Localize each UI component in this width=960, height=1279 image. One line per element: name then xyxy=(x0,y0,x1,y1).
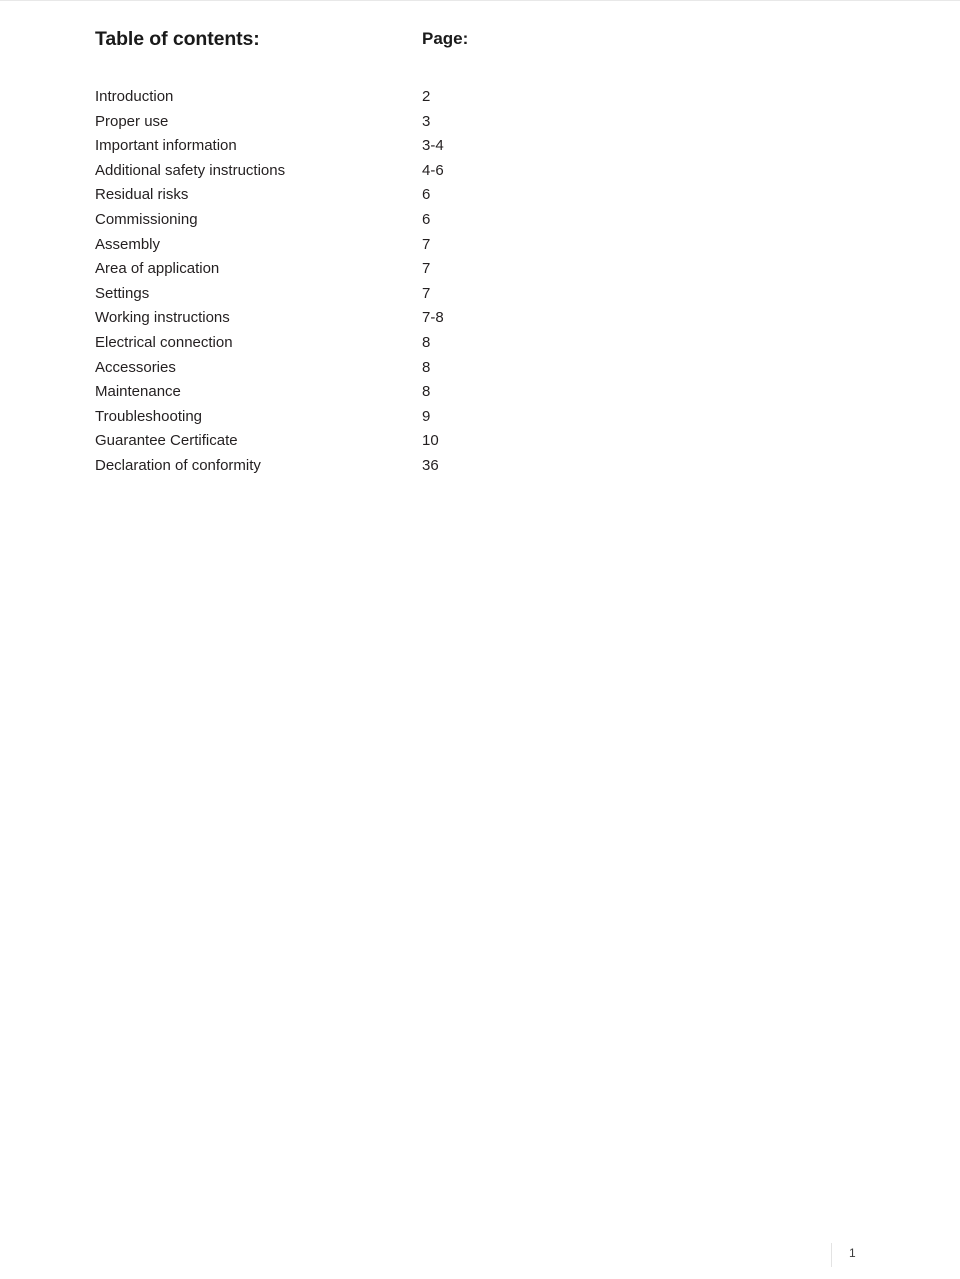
toc-entry-label: Declaration of conformity xyxy=(95,456,261,474)
toc-entry-page-number: 7 xyxy=(422,260,431,278)
toc-entry-label: Maintenance xyxy=(95,383,181,401)
toc-entry[interactable]: Settings 7 xyxy=(95,282,595,307)
toc-entry-page-number: 8 xyxy=(422,333,431,351)
toc-entry[interactable]: Working instructions 7-8 xyxy=(95,306,595,331)
toc-entry-label: Area of application xyxy=(95,260,220,278)
toc-entry-page-number: 4-6 xyxy=(422,161,444,179)
toc-entry-label: Working instructions xyxy=(95,309,230,327)
toc-page-column-header: Page: xyxy=(422,29,469,48)
toc-entry-page-number: 3 xyxy=(422,112,431,130)
toc-entry[interactable]: Commissioning 6 xyxy=(95,208,595,233)
toc-entry[interactable]: Important information 3-4 xyxy=(95,134,595,159)
footer-page-number: 1 xyxy=(849,1246,856,1260)
toc-entry-label: Guarantee Certificate xyxy=(95,432,238,450)
page-top-rule xyxy=(0,0,960,1)
toc-entry-page-number: 6 xyxy=(422,186,431,204)
toc-entry[interactable]: Electrical connection 8 xyxy=(95,331,595,356)
toc-entry-page-number: 2 xyxy=(422,88,431,105)
toc-entry-label: Additional safety instructions xyxy=(95,161,286,179)
toc-entry-label: Assembly xyxy=(95,235,161,253)
toc-entry-page-number: 7-8 xyxy=(422,309,444,327)
toc-entry[interactable]: Troubleshooting 9 xyxy=(95,405,595,430)
toc-entry-label: Settings xyxy=(95,284,150,302)
toc-entry[interactable]: Assembly 7 xyxy=(95,233,595,258)
toc-entry-label: Troubleshooting xyxy=(95,407,203,425)
toc-entry[interactable]: Area of application 7 xyxy=(95,257,595,282)
toc-list: Introduction 2 Proper use 3 Important inform… xyxy=(95,85,595,479)
toc-entry[interactable]: Accessories 8 xyxy=(95,356,595,381)
toc-entry[interactable]: Introduction 2 xyxy=(95,85,595,110)
toc-entry-label: Residual risks xyxy=(95,186,189,204)
toc-entry[interactable]: Proper use 3 xyxy=(95,110,595,135)
toc-entry[interactable]: Residual risks 6 xyxy=(95,183,595,208)
toc-entry[interactable]: Declaration of conformity 36 xyxy=(95,454,595,479)
toc-entry[interactable]: Guarantee Certificate 10 xyxy=(95,429,595,454)
toc-entry-page-number: 36 xyxy=(422,456,439,474)
page-title: Table of contents: xyxy=(95,28,260,50)
footer-divider xyxy=(831,1243,832,1267)
toc-entry-label: Commissioning xyxy=(95,210,198,228)
toc-header-row: Table of contents: Page: xyxy=(95,28,595,54)
document-page: Table of contents: Page: Introduction 2 Pr… xyxy=(0,0,960,1279)
toc-entry-page-number: 6 xyxy=(422,210,431,228)
toc-entry-page-number: 8 xyxy=(422,358,431,376)
toc-entry-page-number: 3-4 xyxy=(422,137,444,155)
toc-entry-label: Electrical connection xyxy=(95,333,233,351)
toc-entry-label: Accessories xyxy=(95,358,176,376)
toc-entry-page-number: 7 xyxy=(422,235,431,253)
toc-entry[interactable]: Maintenance 8 xyxy=(95,380,595,405)
toc-entry-page-number: 10 xyxy=(422,432,439,450)
page-footer: 1 xyxy=(0,1243,960,1273)
toc-entry[interactable]: Additional safety instructions 4-6 xyxy=(95,159,595,184)
toc-entry-label: Introduction xyxy=(95,88,174,105)
toc-entry-page-number: 9 xyxy=(422,407,431,425)
toc-entry-page-number: 8 xyxy=(422,383,431,401)
toc-entry-label: Proper use xyxy=(95,112,169,130)
toc-entry-page-number: 7 xyxy=(422,284,431,302)
toc-entry-label: Important information xyxy=(95,137,237,155)
